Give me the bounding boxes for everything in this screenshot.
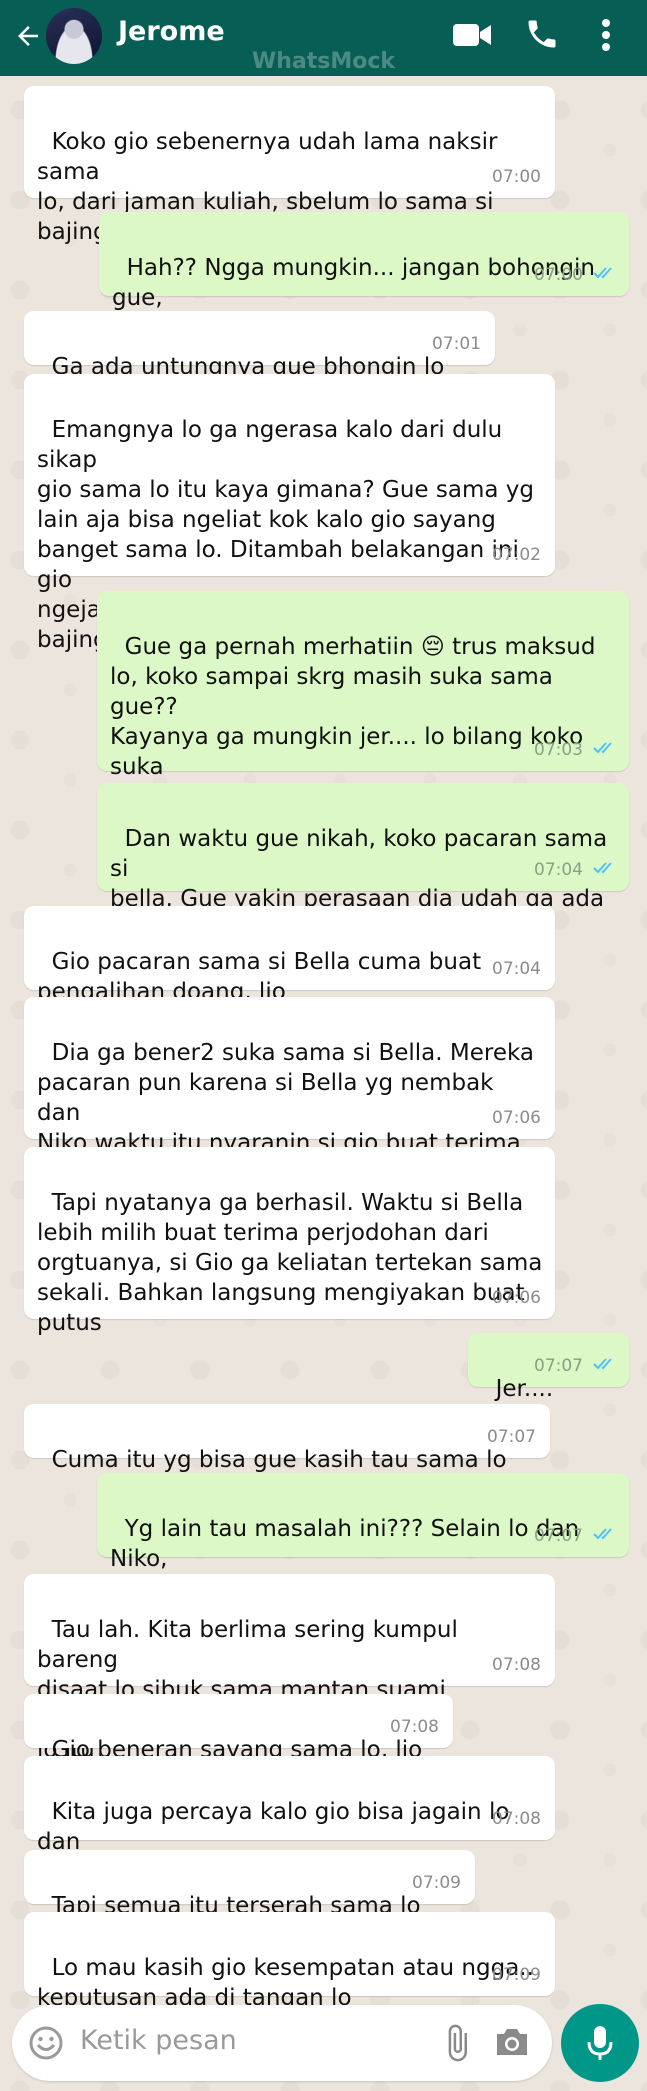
phone-icon[interactable] <box>524 16 560 56</box>
double-check-icon <box>593 853 617 883</box>
message-time: 07:02 <box>492 545 541 565</box>
double-check-icon <box>593 1519 617 1549</box>
double-check-icon <box>593 1349 617 1379</box>
message-bubble[interactable]: Yg lain tau masalah ini??? Selain lo dan… <box>97 1473 629 1602</box>
message-bubble[interactable]: Kita juga percaya kalo gio bisa jagain l… <box>24 1756 555 1885</box>
microphone-icon[interactable] <box>561 2004 639 2082</box>
message-composer: Ketik pesan <box>12 2005 552 2081</box>
message-time: 07:00 <box>492 167 541 187</box>
message-time: 07:03 <box>534 740 583 760</box>
chat-header: Jerome WhatsMock <box>0 0 647 76</box>
camera-icon[interactable] <box>494 2025 530 2063</box>
message-bubble[interactable]: Tapi semua itu terserah sama lo 07:09 <box>24 1850 475 1919</box>
message-bubble[interactable]: Gio pacaran sama si Bella cuma buat peng… <box>24 906 555 1005</box>
double-check-icon <box>593 258 617 288</box>
message-time: 07:07 <box>487 1427 536 1447</box>
more-vertical-icon[interactable] <box>600 17 612 57</box>
message-time: 07:07 <box>534 1356 583 1376</box>
paperclip-icon[interactable] <box>437 2023 477 2067</box>
message-time: 07:00 <box>534 265 583 285</box>
message-time: 07:04 <box>534 860 583 880</box>
message-time: 07:09 <box>412 1873 461 1893</box>
message-bubble[interactable]: Lo mau kasih gio kesempatan atau ngga.. … <box>24 1912 555 2011</box>
message-bubble[interactable]: Hah?? Ngga mungkin... jangan bohongin gu… <box>99 212 629 341</box>
message-time: 07:08 <box>390 1717 439 1737</box>
double-check-icon <box>593 733 617 763</box>
message-time: 07:09 <box>492 1965 541 1985</box>
message-bubble[interactable]: Tau lah. Kita berlima sering kumpul bare… <box>24 1574 555 1763</box>
message-bubble[interactable]: Gio beneran sayang sama lo, lio 07:08 <box>24 1694 453 1763</box>
message-bubble[interactable]: Tapi nyatanya ga berhasil. Waktu si Bell… <box>24 1147 555 1336</box>
message-text: Cuma itu yg bisa gue kasih tau sama lo <box>51 1447 507 1473</box>
message-time: 07:06 <box>492 1288 541 1308</box>
message-bubble[interactable]: Jer.... 07:07 <box>468 1333 629 1402</box>
message-time: 07:07 <box>534 1526 583 1546</box>
smiley-icon[interactable] <box>28 2025 64 2065</box>
message-time: 07:01 <box>432 334 481 354</box>
message-time: 07:04 <box>492 959 541 979</box>
contact-name[interactable]: Jerome <box>118 16 225 47</box>
message-time: 07:06 <box>492 1108 541 1128</box>
video-camera-icon[interactable] <box>452 18 492 56</box>
message-bubble[interactable]: Dan waktu gue nikah, koko pacaran sama s… <box>97 783 629 942</box>
message-time: 07:08 <box>492 1655 541 1675</box>
message-text: Tapi nyatanya ga berhasil. Waktu si Bell… <box>37 1190 543 1336</box>
message-bubble[interactable]: Cuma itu yg bisa gue kasih tau sama lo 0… <box>24 1404 550 1473</box>
message-bubble[interactable]: Koko gio sebenernya udah lama naksir sam… <box>24 86 555 245</box>
message-bubble[interactable]: Ga ada untungnya gue bhongin lo 07:01 <box>24 311 495 380</box>
message-input[interactable]: Ketik pesan <box>80 2025 237 2056</box>
message-bubble[interactable]: Dia ga bener2 suka sama si Bella. Mereka… <box>24 997 555 1216</box>
message-bubble[interactable]: Gue ga pernah merhatiin 😔 trus maksud lo… <box>97 591 629 870</box>
message-time: 07:08 <box>492 1809 541 1829</box>
message-bubble[interactable]: Emangnya lo ga ngerasa kalo dari dulu si… <box>24 374 555 653</box>
